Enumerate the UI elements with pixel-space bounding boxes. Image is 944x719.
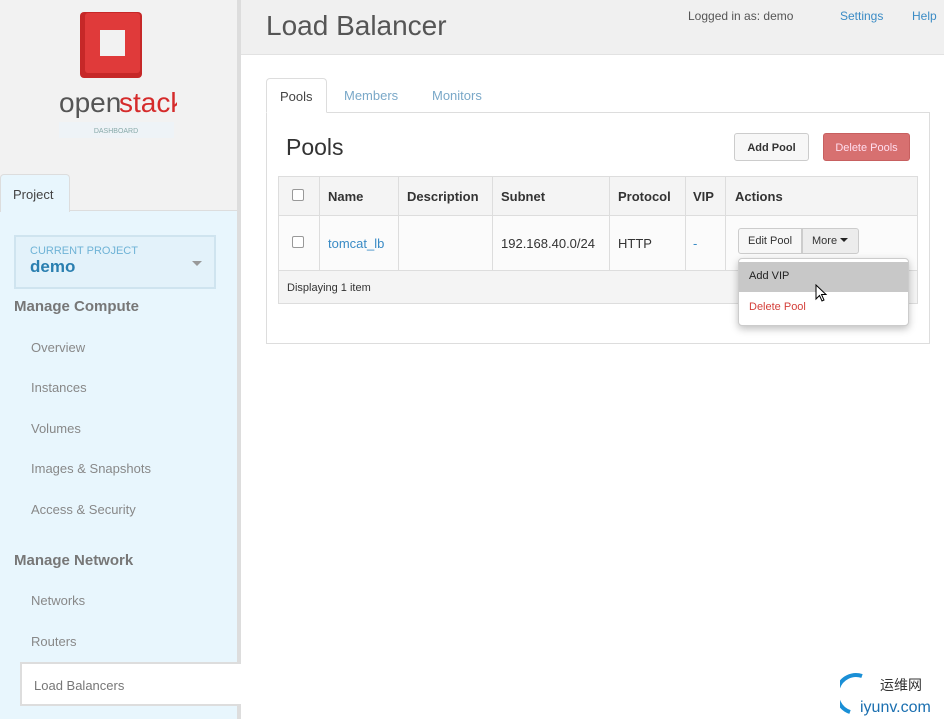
tab-members[interactable]: Members bbox=[331, 78, 411, 113]
logo-text-open: open bbox=[59, 87, 121, 118]
pool-protocol: HTTP bbox=[618, 236, 652, 251]
column-header-vip[interactable]: VIP bbox=[693, 189, 714, 204]
openstack-logo[interactable]: open stack DASHBOARD bbox=[52, 10, 185, 140]
tab-project[interactable]: Project bbox=[0, 174, 70, 212]
column-header-actions: Actions bbox=[735, 189, 783, 204]
sidebar-item-images-snapshots[interactable]: Images & Snapshots bbox=[31, 461, 151, 476]
current-project-label: CURRENT PROJECT bbox=[30, 245, 138, 257]
svg-text:运维网: 运维网 bbox=[880, 678, 922, 694]
add-pool-button[interactable]: Add Pool bbox=[734, 133, 809, 161]
sidebar-item-networks[interactable]: Networks bbox=[31, 593, 85, 608]
page-title: Load Balancer bbox=[266, 10, 447, 41]
sidebar-item-access-security[interactable]: Access & Security bbox=[31, 502, 136, 517]
column-header-name[interactable]: Name bbox=[328, 189, 363, 204]
row-checkbox[interactable] bbox=[292, 236, 304, 248]
column-header-protocol[interactable]: Protocol bbox=[618, 189, 671, 204]
logo-text-stack: stack bbox=[119, 87, 177, 118]
sidebar-item-load-balancers[interactable]: Load Balancers bbox=[20, 662, 241, 706]
current-project-value: demo bbox=[30, 257, 76, 276]
caret-down-icon bbox=[840, 238, 849, 242]
mouse-cursor-icon bbox=[815, 283, 829, 307]
section-manage-compute: Manage Compute bbox=[14, 298, 140, 315]
logged-in-label: Logged in as: demo bbox=[688, 9, 794, 23]
sidebar-item-instances[interactable]: Instances bbox=[31, 380, 87, 395]
settings-link[interactable]: Settings bbox=[840, 9, 883, 23]
pool-vip[interactable]: - bbox=[693, 236, 697, 251]
watermark-logo: 运维网 iyunv.com bbox=[835, 672, 940, 716]
logo-subtitle: DASHBOARD bbox=[94, 128, 138, 135]
edit-pool-button[interactable]: Edit Pool bbox=[738, 228, 802, 254]
pool-subnet: 192.168.40.0/24 bbox=[501, 236, 595, 251]
delete-pools-button[interactable]: Delete Pools bbox=[823, 133, 910, 161]
pools-heading: Pools bbox=[286, 134, 344, 160]
sidebar-item-routers[interactable]: Routers bbox=[31, 634, 77, 649]
tab-pools[interactable]: Pools bbox=[266, 78, 327, 113]
section-manage-network: Manage Network bbox=[14, 552, 134, 569]
more-label: More bbox=[812, 235, 838, 247]
more-dropdown-button[interactable]: More bbox=[802, 228, 859, 254]
help-link[interactable]: Help bbox=[912, 9, 937, 23]
column-header-description[interactable]: Description bbox=[407, 189, 479, 204]
table-footer-count: Displaying 1 item bbox=[287, 282, 371, 294]
chevron-down-icon bbox=[192, 261, 202, 266]
sidebar-item-overview[interactable]: Overview bbox=[31, 340, 85, 355]
tab-monitors[interactable]: Monitors bbox=[419, 78, 495, 113]
pool-name-link[interactable]: tomcat_lb bbox=[328, 236, 384, 251]
column-header-subnet[interactable]: Subnet bbox=[501, 189, 545, 204]
sidebar-item-volumes[interactable]: Volumes bbox=[31, 421, 81, 436]
select-all-checkbox[interactable] bbox=[292, 189, 304, 201]
svg-text:iyunv.com: iyunv.com bbox=[860, 699, 931, 716]
project-selector[interactable]: CURRENT PROJECT demo bbox=[14, 235, 216, 289]
